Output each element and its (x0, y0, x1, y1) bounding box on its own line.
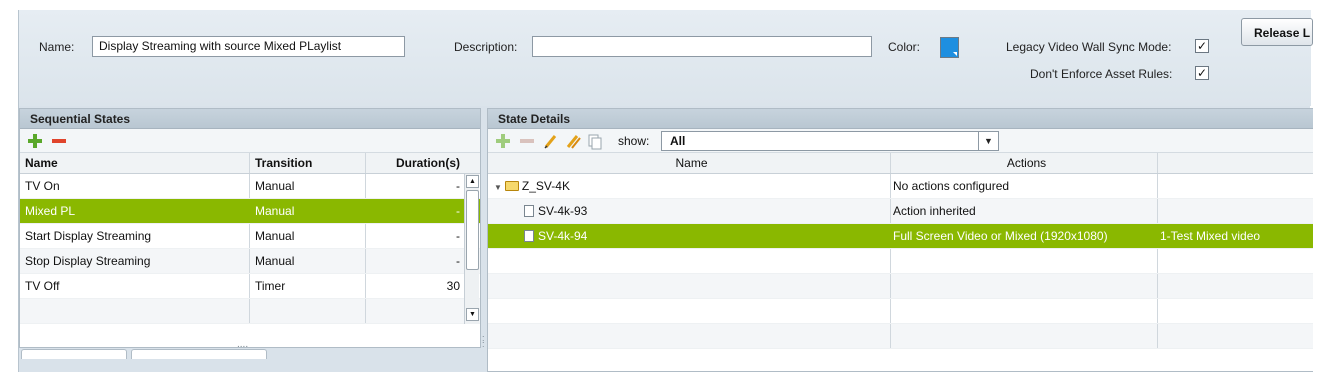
table-row-selected[interactable]: Mixed PL Manual - (20, 199, 480, 224)
copy-icon[interactable] (586, 132, 604, 150)
table-row-empty (488, 249, 1313, 274)
tree-row-selected[interactable]: SV-4k-94 Full Screen Video or Mixed (192… (488, 224, 1313, 249)
state-name: Start Display Streaming (25, 229, 152, 243)
col-actions-header[interactable]: Actions (891, 153, 1157, 173)
show-dropdown[interactable]: All ▼ (661, 131, 999, 151)
state-name: Stop Display Streaming (25, 254, 151, 268)
color-picker[interactable] (940, 37, 959, 58)
sequential-column-headers: Name Transition Duration(s) (20, 153, 480, 174)
col-name-header[interactable]: Name (488, 153, 890, 173)
col-transition-header[interactable]: Transition (250, 153, 364, 173)
chevron-down-icon[interactable]: ▼ (978, 132, 998, 150)
col-name-header[interactable]: Name (20, 153, 248, 173)
state-duration: - (456, 204, 460, 218)
node-label: Z_SV-4K (521, 179, 570, 193)
details-toolbar: show: All ▼ (488, 129, 1313, 153)
table-row[interactable]: Stop Display Streaming Manual - (20, 249, 480, 274)
splitter-grip[interactable]: :: (482, 334, 485, 349)
state-duration: 30 (446, 279, 460, 293)
folder-icon (504, 181, 519, 191)
table-row[interactable]: TV On Manual - (20, 174, 480, 199)
state-name: TV On (25, 179, 60, 193)
table-row-empty (488, 299, 1313, 324)
node-extra: 1-Test Mixed video (1160, 229, 1261, 243)
app-window: Name: Display Streaming with source Mixe… (18, 10, 1313, 372)
tree-node: SV-4k-94 (488, 224, 890, 248)
file-icon (524, 230, 534, 242)
tree-row-file[interactable]: SV-4k-93 Action inherited (488, 199, 1313, 224)
state-duration: - (456, 229, 460, 243)
name-label: Name: (39, 40, 75, 54)
state-duration: - (456, 254, 460, 268)
release-button[interactable]: Release L (1241, 18, 1313, 46)
edit-pencil-icon[interactable] (542, 132, 560, 150)
bottom-tab[interactable] (131, 349, 267, 359)
tree-node: ▼ Z_SV-4K (488, 174, 890, 198)
state-name: TV Off (25, 279, 60, 293)
node-actions: No actions configured (893, 179, 1010, 193)
show-selected-value: All (670, 134, 686, 148)
scroll-thumb[interactable] (466, 190, 479, 270)
legacy-sync-checkbox[interactable]: ✓ (1195, 39, 1209, 53)
node-label: SV-4k-94 (538, 229, 588, 243)
remove-icon[interactable] (518, 132, 536, 150)
name-input[interactable]: Display Streaming with source Mixed PLay… (92, 36, 405, 57)
state-transition: Manual (255, 204, 295, 218)
sequential-states-panel: Sequential States Name Transition Durati… (19, 108, 481, 348)
panel-title: Sequential States (20, 109, 480, 129)
enforce-rules-checkbox[interactable]: ✓ (1195, 66, 1209, 80)
table-row[interactable]: TV Off Timer 30 (20, 274, 480, 299)
state-transition: Manual (255, 179, 295, 193)
table-row-empty (488, 324, 1313, 349)
color-label: Color: (888, 40, 921, 54)
add-icon[interactable] (494, 132, 512, 150)
state-transition: Manual (255, 254, 295, 268)
details-column-headers: Name Actions (488, 153, 1313, 174)
enforce-rules-label: Don't Enforce Asset Rules: (1030, 67, 1173, 81)
expand-arrow-icon[interactable]: ▼ (494, 183, 502, 192)
state-properties-form: Name: Display Streaming with source Mixe… (19, 10, 1313, 106)
sequential-rows: TV On Manual - Mixed PL Manual - Start D… (20, 174, 480, 324)
panel-title: State Details (488, 109, 1313, 129)
scroll-up-icon[interactable]: ▲ (466, 175, 479, 188)
sequential-toolbar (20, 129, 480, 153)
state-details-panel: State Details show: All ▼ Name Actions ▼… (487, 108, 1313, 372)
state-transition: Manual (255, 229, 295, 243)
table-row[interactable]: Start Display Streaming Manual - (20, 224, 480, 249)
add-icon[interactable] (26, 132, 44, 150)
details-rows: ▼ Z_SV-4K No actions configured SV-4k-93 … (488, 174, 1313, 349)
tree-row-folder[interactable]: ▼ Z_SV-4K No actions configured (488, 174, 1313, 199)
scroll-down-icon[interactable]: ▼ (466, 308, 479, 321)
edit-inherit-icon[interactable] (564, 132, 582, 150)
bottom-tab[interactable] (21, 349, 127, 359)
show-label: show: (618, 134, 650, 148)
legacy-sync-label: Legacy Video Wall Sync Mode: (1006, 40, 1172, 54)
table-row-empty (20, 299, 480, 324)
state-transition: Timer (255, 279, 286, 293)
description-input[interactable] (532, 36, 872, 57)
sequential-scrollbar[interactable]: ▲ ▼ (464, 174, 479, 324)
tree-node: SV-4k-93 (488, 199, 890, 223)
col-duration-header[interactable]: Duration(s) (366, 153, 464, 173)
table-row-empty (488, 274, 1313, 299)
file-icon (524, 205, 534, 217)
node-label: SV-4k-93 (538, 204, 588, 218)
node-actions: Action inherited (893, 204, 976, 218)
remove-icon[interactable] (50, 132, 68, 150)
description-label: Description: (454, 40, 518, 54)
state-duration: - (456, 179, 460, 193)
state-name: Mixed PL (25, 204, 76, 218)
node-actions: Full Screen Video or Mixed (1920x1080) (893, 229, 1108, 243)
